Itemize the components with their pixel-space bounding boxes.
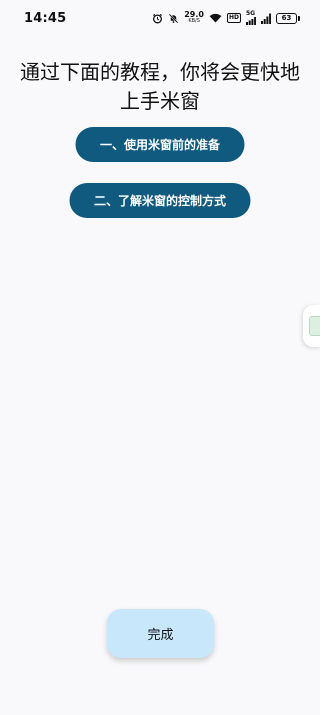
battery-tip bbox=[298, 15, 300, 21]
signal-icon: 5G bbox=[246, 11, 256, 25]
floating-window-handle[interactable] bbox=[303, 305, 320, 347]
alarm-icon bbox=[152, 13, 163, 24]
wifi-icon bbox=[209, 13, 222, 23]
network-speed: 29.0 KB/S bbox=[184, 11, 204, 25]
mute-icon bbox=[168, 13, 179, 24]
window-thumbnail-icon bbox=[309, 316, 320, 336]
signal-icon bbox=[261, 13, 271, 24]
status-bar: 14:45 29.0 KB/S HD 5G 63 bbox=[0, 0, 320, 36]
page-title: 通过下面的教程，你将会更快地上手米窗 bbox=[20, 60, 300, 113]
tutorial-controls-button[interactable]: 二、了解米窗的控制方式 bbox=[69, 183, 251, 218]
network-speed-unit: KB/S bbox=[188, 18, 200, 24]
network-speed-value: 29.0 bbox=[184, 10, 204, 19]
battery-icon: 63 bbox=[276, 12, 300, 24]
hd-icon: HD bbox=[226, 13, 241, 23]
battery-level: 63 bbox=[276, 12, 297, 24]
status-icons: 29.0 KB/S HD 5G 63 bbox=[152, 11, 300, 25]
status-time: 14:45 bbox=[24, 10, 67, 26]
tutorial-preparation-button[interactable]: 一、使用米窗前的准备 bbox=[75, 127, 245, 162]
done-button[interactable]: 完成 bbox=[107, 609, 214, 658]
